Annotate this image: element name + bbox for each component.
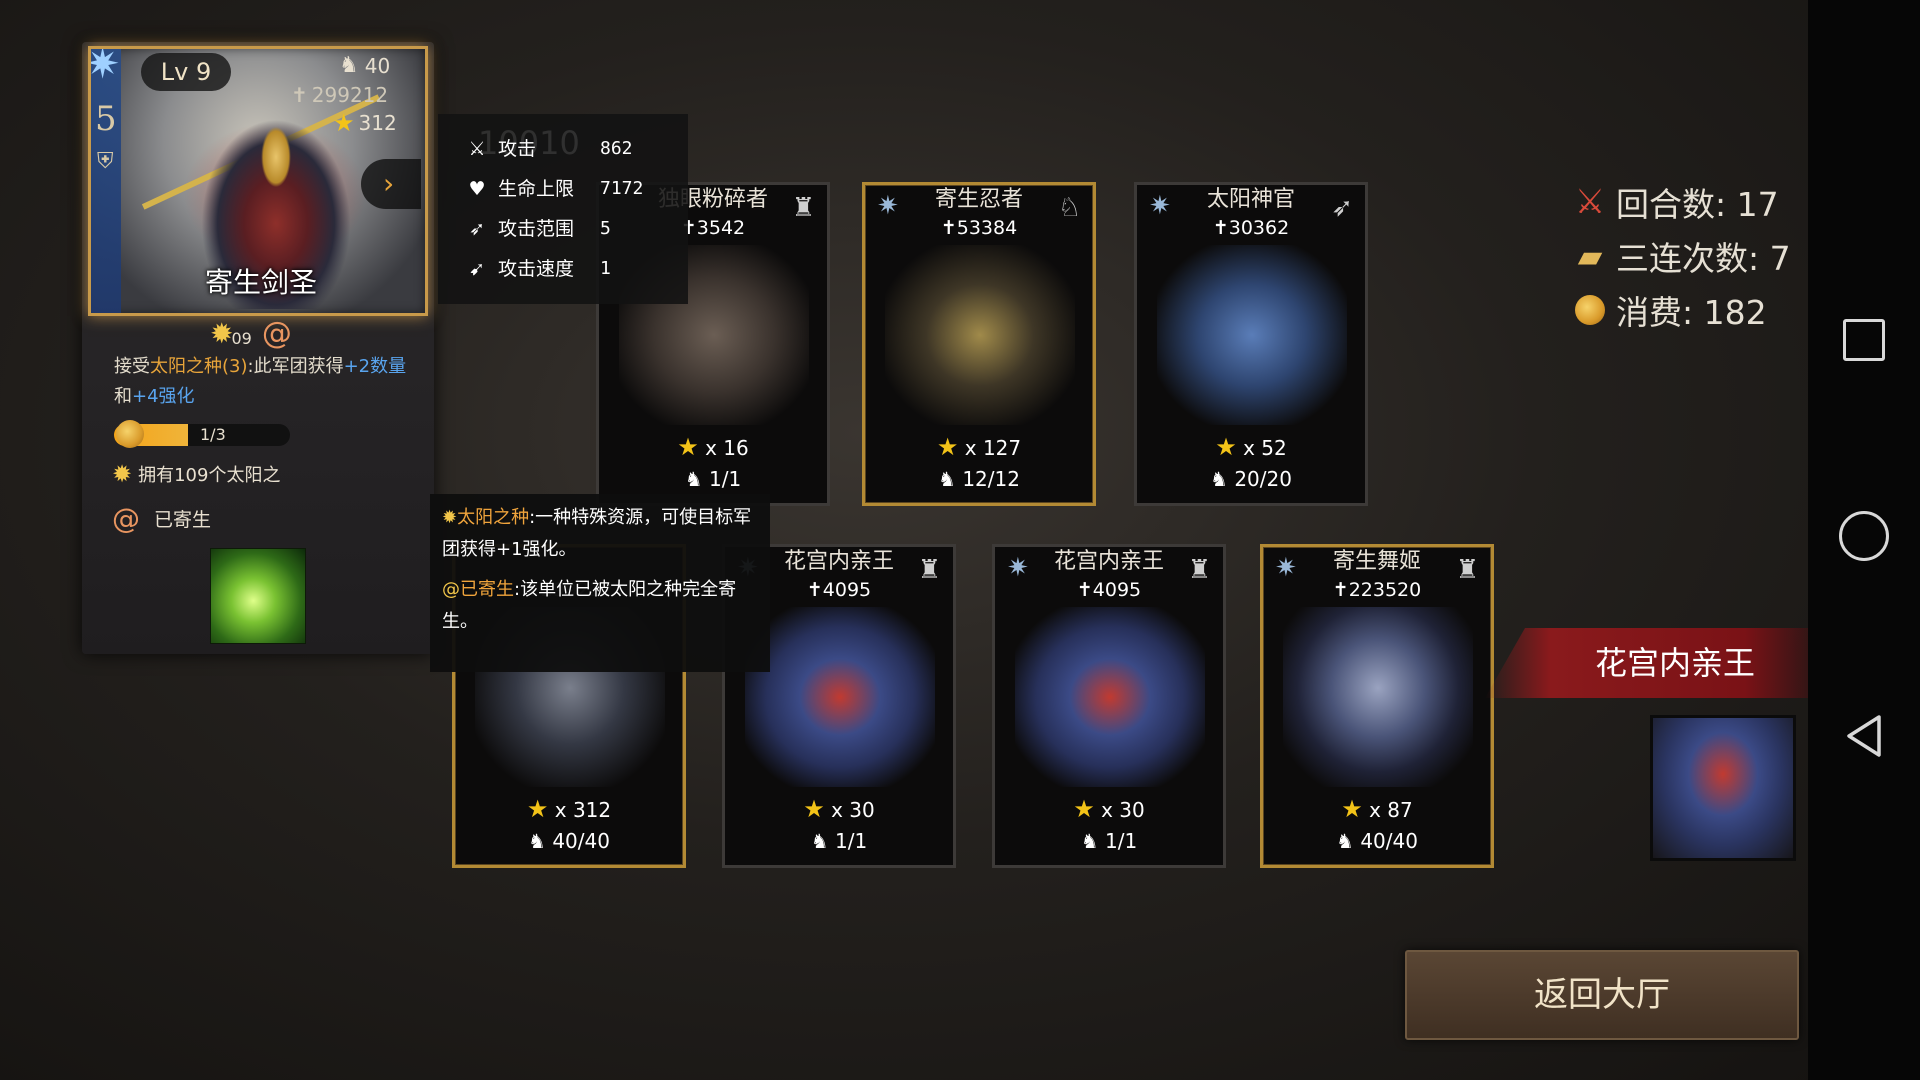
- parasitized-row: @ 已寄生: [112, 502, 212, 535]
- unit-count: ♞ 12/12: [938, 467, 1020, 491]
- unit-count: ♞ 40/40: [1336, 829, 1418, 853]
- helmet-icon: ♞: [1080, 829, 1099, 853]
- hero-portrait[interactable]: ✷ Lv 9 5 ⛨ ♞ 40 ✝ 299212 ★ 312 › 寄生剑圣: [88, 46, 428, 316]
- helmet-icon: ♞: [1336, 829, 1354, 853]
- helmet-icon: ♞: [528, 829, 546, 853]
- unit-card[interactable]: ✷ ♜ 花宫内亲王 ✝4095 ★ x 30 ♞ 1/1: [992, 544, 1226, 868]
- shield-icon: ⛨: [97, 149, 114, 174]
- unit-portrait: [1015, 607, 1205, 787]
- triple-combo-count: ▰ 三连次数: 7: [1570, 232, 1791, 280]
- helmet-icon: ♞: [810, 829, 829, 853]
- stat-range: ➶ 攻击范围 5: [464, 214, 611, 244]
- unit-stars: ★ x 16: [677, 433, 749, 461]
- attack-icon: ⚔: [468, 138, 486, 160]
- home-icon[interactable]: [1839, 511, 1889, 561]
- stats-tooltip: 10010 ⚔ 攻击 862 ♥ 生命上限 7172 ➶ 攻击范围 5 ➹ 攻击…: [438, 114, 688, 304]
- unit-portrait: [1283, 607, 1473, 787]
- helmet-count: ♞ 40: [339, 53, 391, 78]
- parasite-description: @已寄生:该单位已被太阳之种完全寄生。: [442, 579, 737, 632]
- unit-card[interactable]: ✷ ➶ 太阳神官 ✝30362 ★ x 52 ♞ 20/20: [1134, 182, 1368, 506]
- sun-seed-owned-row: ✹ 拥有109个太阳之: [112, 460, 281, 488]
- unit-name: 花宫内亲王: [1053, 549, 1164, 574]
- progress-seed-icon: [116, 420, 144, 448]
- hero-badges: ✹ 09 @: [210, 316, 292, 351]
- selected-unit-banner: 花宫内亲王: [1485, 628, 1810, 698]
- star-icon: ★: [526, 795, 549, 823]
- unit-power: ✝30362: [1212, 217, 1290, 239]
- scroll-icon: ▰: [1577, 237, 1603, 275]
- unit-stars: ★ x 52: [1215, 433, 1287, 461]
- back-icon[interactable]: [1839, 711, 1889, 761]
- unit-portrait: [745, 607, 935, 787]
- unit-stars: ★ x 127: [936, 433, 1022, 461]
- unit-count: ♞ 1/1: [810, 829, 868, 853]
- return-lobby-button[interactable]: 返回大厅: [1405, 950, 1799, 1040]
- unit-power: ✝223520: [1332, 579, 1422, 601]
- recent-apps-icon[interactable]: [1843, 319, 1885, 361]
- hero-ability-text: 接受太阳之种(3):此军团获得+2数量和+4强化: [114, 356, 407, 407]
- star-icon: ★: [1341, 795, 1363, 823]
- hero-stars: ★ 312: [333, 109, 397, 137]
- parasite-icon: @: [442, 579, 460, 600]
- unit-name: 寄生舞姬: [1332, 549, 1421, 574]
- speed-icon: ➹: [469, 258, 485, 280]
- progress-label: 1/3: [200, 425, 226, 444]
- sun-seed-icon: ✹: [112, 460, 133, 488]
- heart-icon: ♥: [468, 178, 486, 200]
- unit-card[interactable]: ✷ ♘ 寄生忍者 ✝53384 ★ x 127 ♞ 12/12: [862, 182, 1096, 506]
- star-icon: ★: [677, 433, 699, 461]
- sun-seed-description: ✹太阳之种:一种特殊资源，可使目标军团获得+1强化。: [442, 507, 752, 560]
- unit-card[interactable]: ✷ ♜ 寄生舞姬 ✝223520 ★ x 87 ♞ 40/40: [1260, 544, 1494, 868]
- sun-seed-icon: ✹: [442, 507, 458, 528]
- hero-level: Lv 9: [141, 53, 231, 91]
- helmet-icon: ♞: [684, 467, 703, 491]
- star-icon: ★: [333, 109, 355, 137]
- coin-icon: [1570, 290, 1610, 330]
- hero-power: ✝ 299212: [291, 83, 389, 107]
- helmet-icon: ♞: [938, 467, 956, 491]
- selected-unit-thumbnail[interactable]: [1650, 715, 1796, 861]
- stat-max-hp: ♥ 生命上限 7172: [464, 174, 643, 204]
- hero-rank: 5: [95, 99, 117, 139]
- unit-power: ✝53384: [940, 217, 1018, 239]
- system-nav-bar: [1808, 0, 1920, 1080]
- unit-count: ♞ 1/1: [1080, 829, 1138, 853]
- unit-stars: ★ x 87: [1341, 795, 1413, 823]
- star-icon: ★: [936, 433, 959, 461]
- helmet-icon: ♞: [339, 53, 359, 78]
- unit-power: ✝4095: [1076, 579, 1142, 601]
- unit-stars: ★ x 30: [803, 795, 875, 823]
- stat-speed: ➹ 攻击速度 1: [464, 254, 611, 284]
- hero-name: 寄生剑圣: [204, 266, 317, 299]
- cost-count: 消费: 182: [1570, 286, 1767, 334]
- unit-portrait: [1157, 245, 1347, 425]
- range-icon: ➶: [469, 218, 485, 240]
- unit-count: ♞ 1/1: [684, 467, 742, 491]
- round-count: ⚔ 回合数: 17: [1570, 178, 1779, 226]
- star-icon: ★: [803, 795, 825, 823]
- unit-count: ♞ 40/40: [528, 829, 610, 853]
- parasite-icon: @: [112, 502, 140, 535]
- expand-arrow-icon[interactable]: ›: [361, 159, 421, 209]
- sword-icon: ✝: [291, 83, 308, 107]
- sun-seed-icon: ✹: [210, 317, 234, 350]
- unit-stars: ★ x 312: [526, 795, 612, 823]
- helmet-icon: ♞: [1210, 467, 1228, 491]
- parasite-icon: @: [261, 316, 292, 351]
- unit-stars: ★ x 30: [1073, 795, 1145, 823]
- stat-attack: ⚔ 攻击 862: [464, 134, 632, 164]
- unit-portrait: [885, 245, 1075, 425]
- unit-name: 寄生忍者: [934, 187, 1023, 212]
- unit-count: ♞ 20/20: [1210, 467, 1292, 491]
- crossed-swords-icon: ⚔: [1574, 182, 1606, 222]
- frost-emblem-icon: ✷: [88, 46, 121, 88]
- star-icon: ★: [1073, 795, 1095, 823]
- info-tooltip: ✹太阳之种:一种特殊资源，可使目标军团获得+1强化。 @已寄生:该单位已被太阳之…: [430, 494, 770, 672]
- star-icon: ★: [1215, 433, 1237, 461]
- unit-name: 太阳神官: [1206, 187, 1295, 212]
- skill-icon[interactable]: [210, 548, 306, 644]
